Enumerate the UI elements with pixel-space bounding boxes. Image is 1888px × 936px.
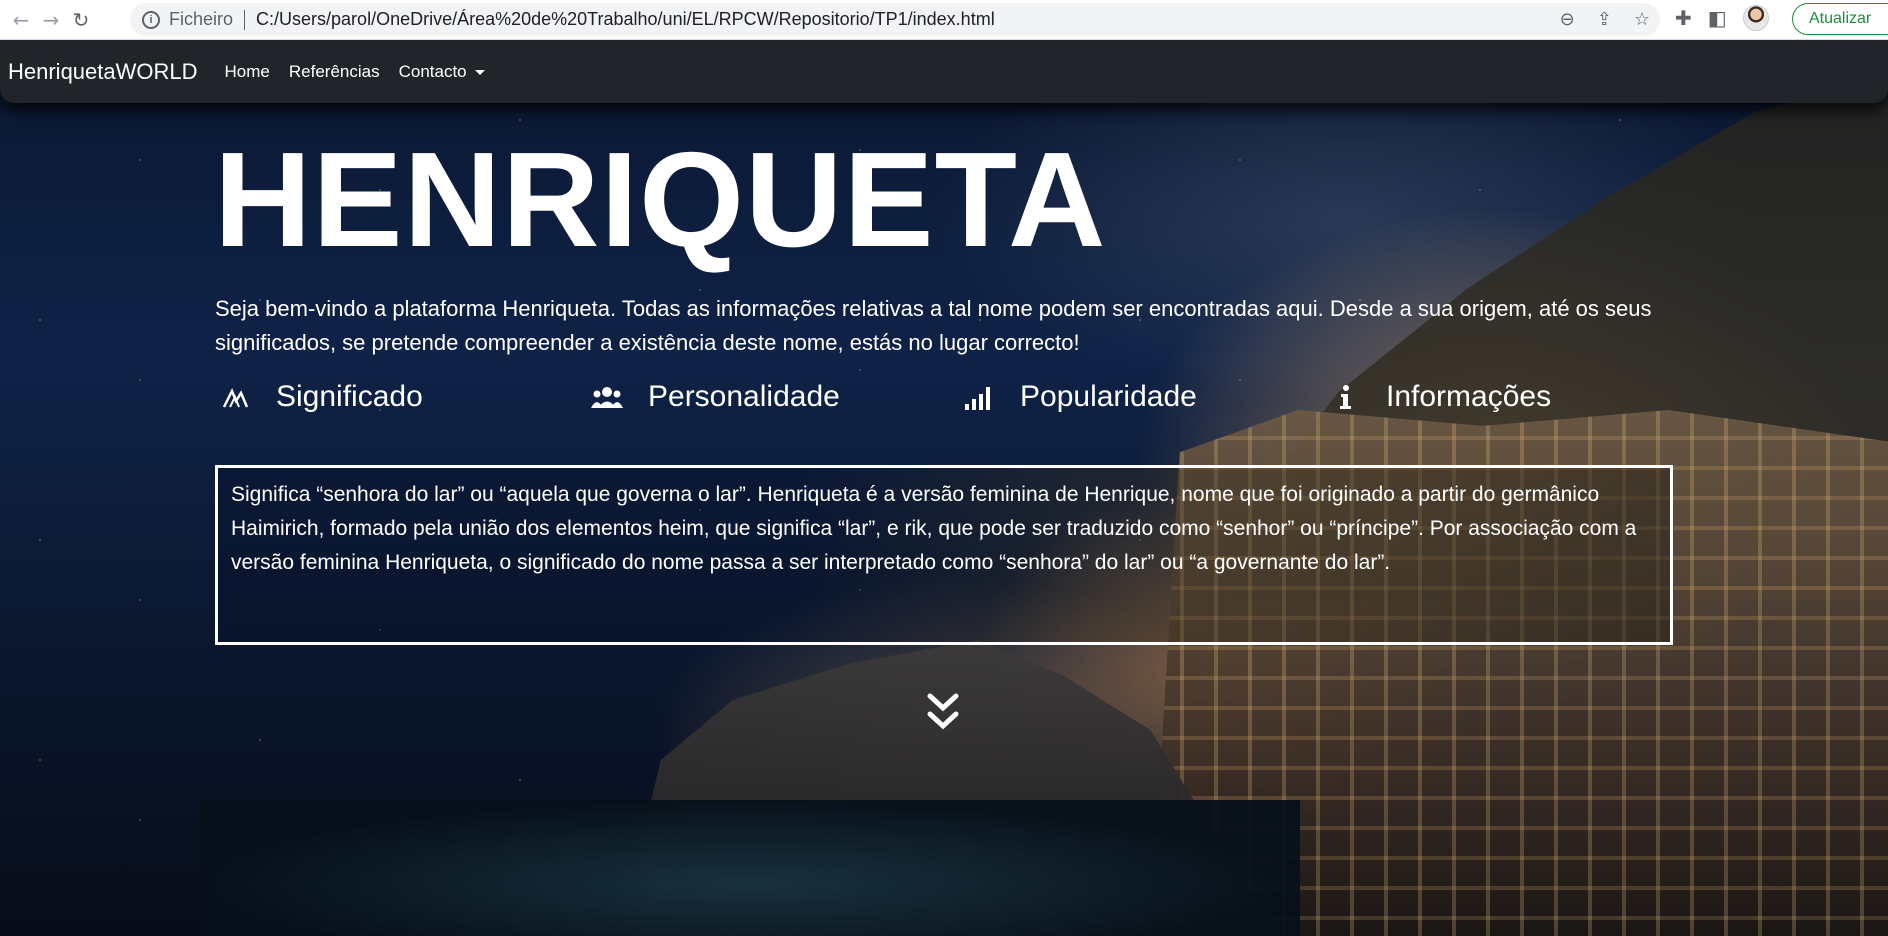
tab-popularidade-label: Popularidade	[1020, 380, 1197, 413]
tab-significado-label: Significado	[276, 380, 423, 413]
section-tabs: Significado Personalidade Popularidade I…	[216, 380, 1616, 430]
omnibox-separator	[244, 9, 246, 30]
tab-personalidade-label: Personalidade	[648, 380, 840, 413]
chevron-down-icon[interactable]	[925, 690, 961, 736]
tab-personalidade[interactable]: Personalidade	[590, 380, 840, 414]
scheme-label: Ficheiro	[169, 9, 234, 29]
content-text: Significa “senhora do lar” ou “aquela qu…	[231, 483, 1637, 574]
forward-arrow-icon[interactable]: →	[36, 5, 66, 35]
star-icon[interactable]: ☆	[1634, 9, 1650, 30]
info-icon	[1328, 380, 1362, 414]
users-icon	[590, 380, 624, 414]
update-button[interactable]: Atualizar	[1792, 3, 1888, 35]
extensions-icon[interactable]: ✚	[1675, 6, 1692, 30]
nav-referencias[interactable]: Referências	[289, 62, 380, 82]
background-water	[200, 800, 1300, 936]
caret-down-icon	[474, 69, 485, 75]
side-panel-icon[interactable]: ◧	[1708, 6, 1727, 30]
nav-contacto-dropdown[interactable]: Contacto	[399, 62, 485, 82]
tab-popularidade[interactable]: Popularidade	[962, 380, 1197, 414]
browser-toolbar: ← → ↻ i Ficheiro C:/Users/parol/OneDrive…	[0, 0, 1888, 40]
info-icon[interactable]: i	[142, 10, 160, 29]
signature-icon	[218, 380, 252, 414]
tab-significado[interactable]: Significado	[218, 380, 423, 414]
intro-text: Seja bem-vindo a plataforma Henriqueta. …	[215, 296, 1652, 355]
address-bar[interactable]: i Ficheiro C:/Users/parol/OneDrive/Área%…	[130, 3, 1660, 36]
nav-contacto-label: Contacto	[398, 61, 467, 81]
extension-area: ✚ ◧	[1675, 5, 1769, 31]
share-icon[interactable]: ⇪	[1597, 9, 1612, 30]
reload-icon[interactable]: ↻	[66, 5, 96, 35]
omnibox-actions: ⊖ ⇪ ☆	[1560, 3, 1650, 36]
back-arrow-icon[interactable]: ←	[6, 5, 36, 35]
zoom-icon[interactable]: ⊖	[1560, 9, 1575, 30]
page-title: HENRIQUETA	[214, 124, 1107, 275]
url-text[interactable]: C:/Users/parol/OneDrive/Área%20de%20Trab…	[256, 9, 995, 30]
avatar[interactable]	[1742, 5, 1769, 31]
signal-bars-icon	[962, 380, 996, 414]
tab-informacoes-label: Informações	[1386, 380, 1552, 413]
site-navbar: HenriquetaWORLD Home Referências Contact…	[0, 40, 1888, 103]
brand-link[interactable]: HenriquetaWORLD	[8, 59, 198, 85]
nav-home[interactable]: Home	[225, 62, 270, 82]
tab-informacoes[interactable]: Informações	[1328, 380, 1551, 414]
content-panel: Significa “senhora do lar” ou “aquela qu…	[215, 465, 1673, 645]
page-viewport: HenriquetaWORLD Home Referências Contact…	[0, 40, 1888, 936]
